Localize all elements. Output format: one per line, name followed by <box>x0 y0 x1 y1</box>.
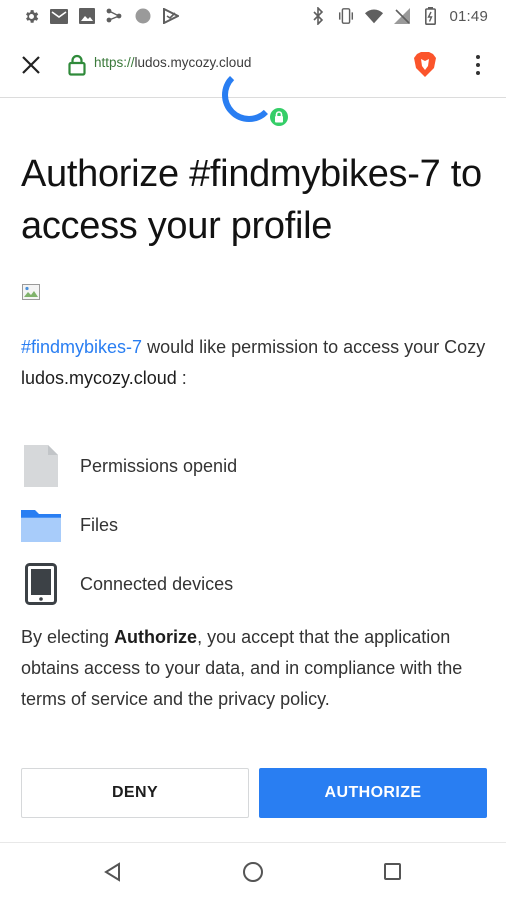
intro-colon: : <box>176 368 187 388</box>
vibrate-icon <box>337 7 355 25</box>
deny-button[interactable]: DENY <box>21 768 249 818</box>
url-scheme: https:// <box>94 55 135 70</box>
permission-label: Connected devices <box>80 573 234 594</box>
image-icon <box>78 7 96 25</box>
status-bar: 01:49 <box>0 0 506 32</box>
menu-dot <box>476 63 480 67</box>
permission-item-devices: Connected devices <box>21 562 481 606</box>
permission-item-openid: Permissions openid <box>21 444 481 488</box>
permission-item-files: Files <box>21 503 481 547</box>
notice-prefix: By electing <box>21 627 115 647</box>
close-tab-button[interactable] <box>18 52 44 78</box>
circle-icon <box>134 7 152 25</box>
url-field[interactable]: https://ludos.mycozy.cloud <box>94 55 251 70</box>
play-protect-icon <box>162 7 180 25</box>
intro-text: would like permission to access your Coz… <box>142 337 486 357</box>
share-icon <box>106 7 124 25</box>
permission-intro: #findmybikes-7 would like permission to … <box>21 332 491 394</box>
status-left-icons <box>22 7 180 25</box>
mail-icon <box>50 7 68 25</box>
cozy-domain: ludos.mycozy.cloud <box>21 368 177 388</box>
status-right-icons: 01:49 <box>309 7 488 25</box>
home-icon[interactable] <box>243 862 263 882</box>
app-name: #findmybikes-7 <box>21 337 143 357</box>
bluetooth-icon <box>309 7 327 25</box>
lock-badge-icon <box>268 106 290 128</box>
status-time: 01:49 <box>449 7 488 25</box>
overflow-menu-button[interactable] <box>466 51 490 79</box>
tablet-icon <box>21 562 61 606</box>
navigation-bar <box>0 842 506 900</box>
url-host: ludos.mycozy.cloud <box>134 55 252 70</box>
browser-toolbar: https://ludos.mycozy.cloud <box>0 32 506 98</box>
broken-image-icon <box>22 284 40 300</box>
close-icon <box>22 56 40 74</box>
menu-dot <box>476 55 480 59</box>
page-title: Authorize #findmybikes-7 to access your … <box>21 153 482 247</box>
brave-shields-icon[interactable] <box>413 52 437 78</box>
permission-label: Files <box>80 514 119 535</box>
authorize-button[interactable]: AUTHORIZE <box>259 768 487 818</box>
file-icon <box>21 444 61 488</box>
no-signal-icon <box>393 7 411 25</box>
gear-icon <box>22 7 40 25</box>
folder-icon <box>21 503 61 547</box>
back-icon[interactable] <box>103 862 123 882</box>
terms-notice: By electing Authorize, you accept that t… <box>21 622 491 715</box>
recents-icon[interactable] <box>384 863 401 880</box>
battery-icon <box>421 7 439 25</box>
notice-bold: Authorize <box>114 627 198 647</box>
secure-lock-icon <box>68 54 86 76</box>
wifi-icon <box>365 7 384 25</box>
menu-dot <box>476 71 480 75</box>
permission-label: Permissions openid <box>80 455 238 476</box>
